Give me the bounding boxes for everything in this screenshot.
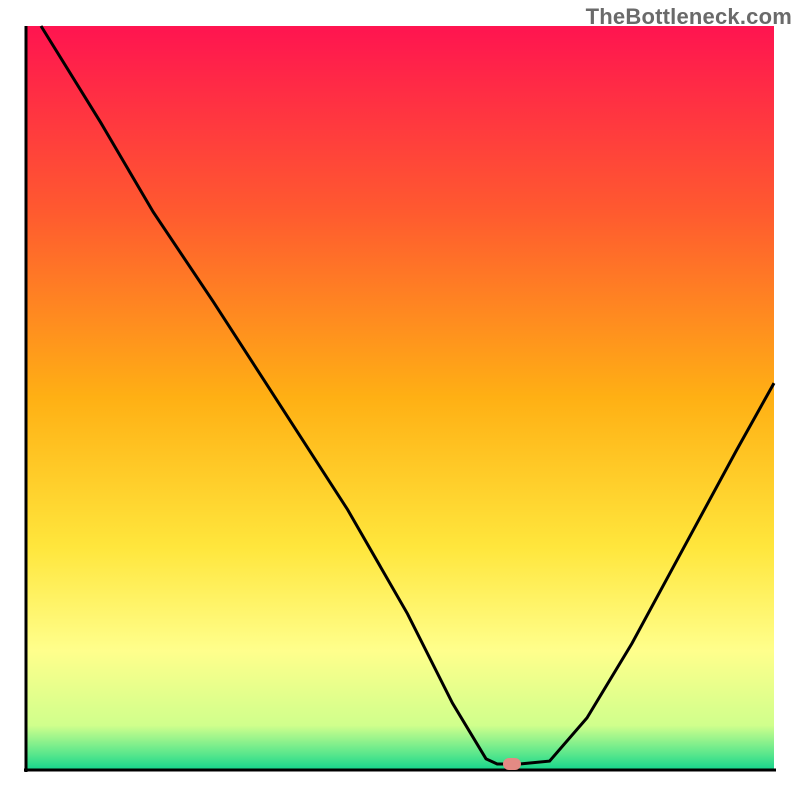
plot-background: [26, 26, 774, 770]
chart-container: TheBottleneck.com: [0, 0, 800, 800]
optimal-marker: [503, 758, 521, 770]
chart-svg: [0, 0, 800, 800]
watermark-text: TheBottleneck.com: [586, 4, 792, 30]
